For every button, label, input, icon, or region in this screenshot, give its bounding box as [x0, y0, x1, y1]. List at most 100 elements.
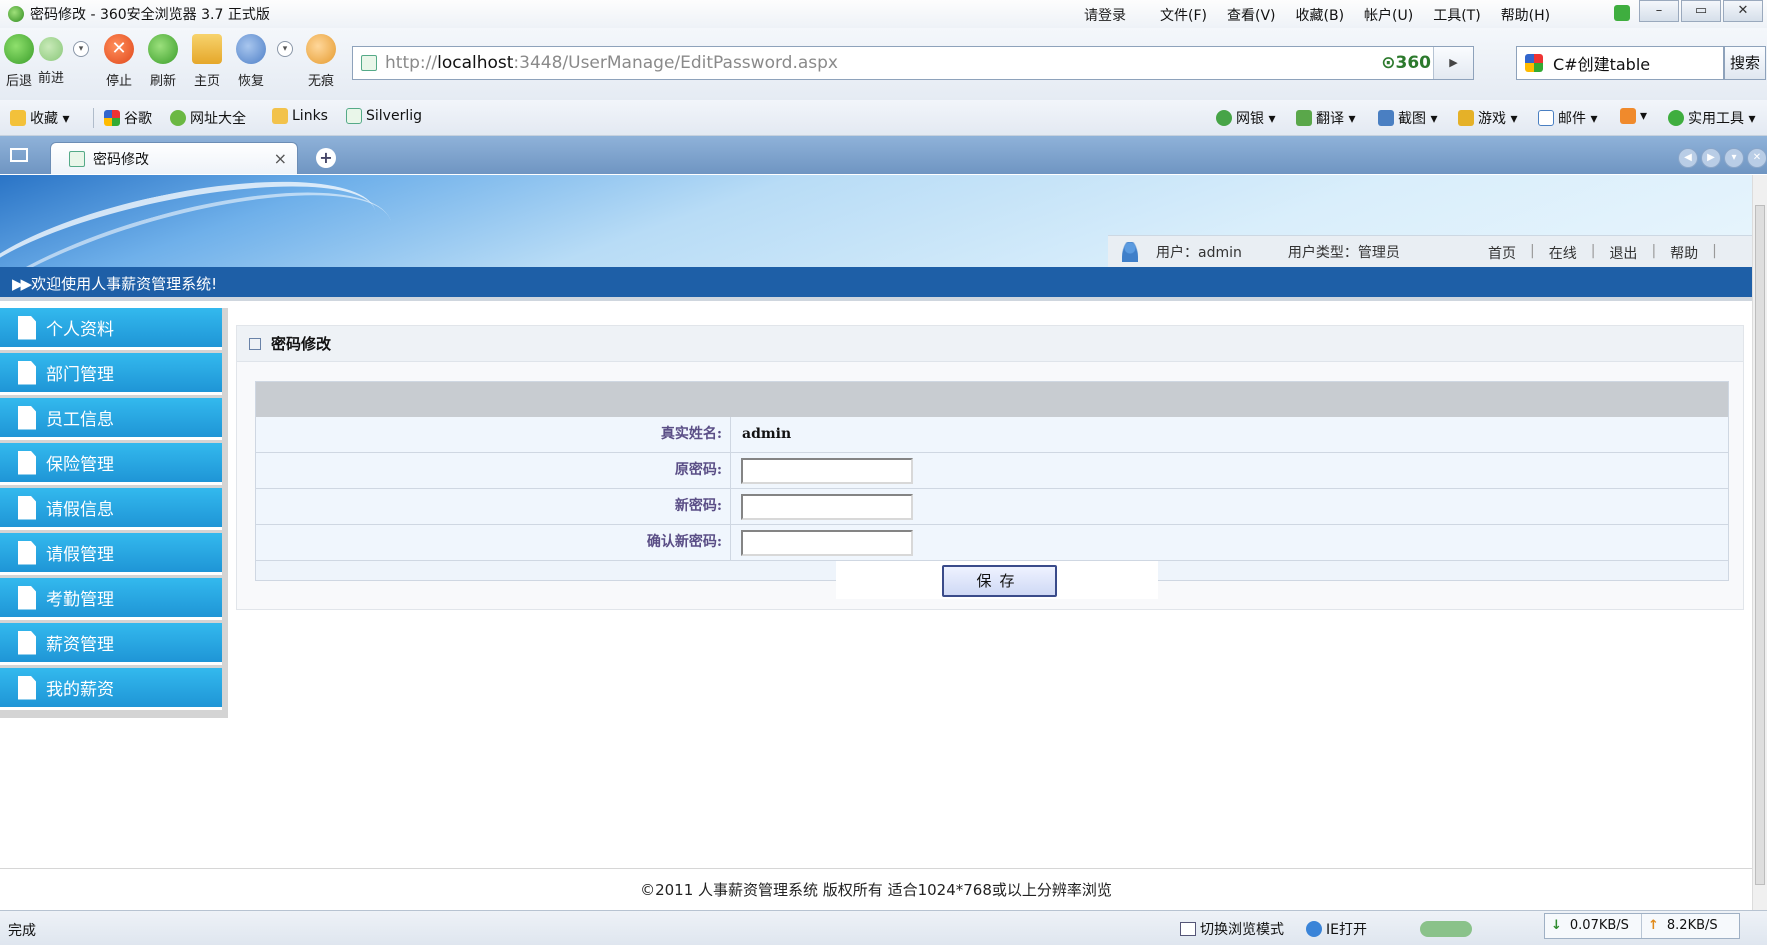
- address-bar[interactable]: http://localhost:3448/UserManage/EditPas…: [352, 46, 1474, 80]
- network-speed: ↓ 0.07KB/S ↑ 8.2KB/S: [1544, 913, 1740, 939]
- back-label: 后退: [5, 74, 32, 89]
- refresh-button[interactable]: 刷新: [148, 34, 178, 89]
- scrollbar-thumb[interactable]: [1755, 205, 1765, 885]
- login-link[interactable]: 请登录: [1084, 5, 1126, 25]
- form-row-new-password: 新密码:: [256, 489, 1728, 525]
- toolbar-utilities[interactable]: 实用工具 ▾: [1668, 108, 1755, 128]
- sidebar-item-salary[interactable]: 薪资管理: [0, 623, 222, 665]
- download-arrow-icon: ↓: [1551, 918, 1562, 933]
- toolbar-translate[interactable]: 翻译 ▾: [1296, 108, 1355, 128]
- back-button[interactable]: 后退: [4, 34, 34, 89]
- status-bar: 完成 切换浏览模式 IE打开 ↓ 0.07KB/S ↑ 8.2KB/S: [0, 910, 1767, 945]
- sidebar-toggle-icon[interactable]: [10, 148, 28, 162]
- tab-scroll-left-icon[interactable]: ◀: [1678, 148, 1698, 168]
- upload-speed-value: 8.2KB/S: [1666, 918, 1718, 933]
- forward-label: 前进: [38, 71, 65, 86]
- form-row-old-password: 原密码:: [256, 453, 1728, 489]
- password-form: 真实姓名: admin 原密码: 新密码: 确认新密码: 保存: [255, 381, 1729, 599]
- tab-edit-password[interactable]: 密码修改 ×: [50, 142, 298, 174]
- tab-close-all-icon[interactable]: ✕: [1747, 148, 1767, 168]
- close-tab-icon[interactable]: ×: [274, 149, 287, 168]
- sidebar-item-employees[interactable]: 员工信息: [0, 398, 222, 440]
- window-icon: [249, 337, 261, 350]
- history-dropdown-icon[interactable]: ▾: [73, 41, 89, 57]
- menu-view[interactable]: 查看(V): [1227, 5, 1276, 25]
- favorite-silverlight[interactable]: Silverlig: [346, 108, 422, 124]
- sidebar-item-departments[interactable]: 部门管理: [0, 353, 222, 395]
- sidebar-item-label: 薪资管理: [46, 635, 114, 655]
- mode-toggle[interactable]: [1420, 921, 1472, 937]
- maximize-button[interactable]: ▭: [1681, 0, 1721, 22]
- restore-dropdown-icon[interactable]: ▾: [277, 41, 293, 57]
- link-home[interactable]: 首页: [1488, 243, 1516, 263]
- favorite-links[interactable]: Links: [272, 108, 328, 124]
- menu-help[interactable]: 帮助(H): [1501, 5, 1550, 25]
- sidebar-item-my-salary[interactable]: 我的薪资: [0, 668, 222, 710]
- tab-scroll-right-icon[interactable]: ▶: [1701, 148, 1721, 168]
- confirm-password-field[interactable]: [741, 530, 913, 556]
- link-help[interactable]: 帮助: [1670, 243, 1698, 263]
- new-password-label: 新密码:: [256, 489, 731, 524]
- ie-icon: [170, 110, 186, 126]
- link-logout[interactable]: 退出: [1609, 243, 1637, 263]
- security-badge[interactable]: ⊙360: [1381, 53, 1431, 73]
- search-box[interactable]: C#创建table: [1516, 46, 1724, 80]
- minimize-button[interactable]: –: [1639, 0, 1679, 22]
- link-online[interactable]: 在线: [1549, 243, 1577, 263]
- form-row-realname: 真实姓名: admin: [256, 417, 1728, 453]
- user-type: 用户类型：管理员: [1287, 244, 1400, 261]
- new-password-field[interactable]: [741, 494, 913, 520]
- skin-icon[interactable]: [1614, 5, 1630, 21]
- toolbar-games[interactable]: 游戏 ▾: [1458, 108, 1517, 128]
- forward-arrow-icon: [39, 37, 63, 61]
- go-button[interactable]: ▶: [1433, 47, 1473, 79]
- close-window-button[interactable]: ✕: [1723, 0, 1763, 22]
- old-password-field[interactable]: [741, 458, 913, 484]
- sidebar-item-label: 保险管理: [46, 455, 114, 475]
- forward-button[interactable]: 前进: [38, 34, 64, 86]
- favorite-sites[interactable]: 网址大全: [170, 108, 246, 128]
- sidebar-item-leave-management[interactable]: 请假管理: [0, 533, 222, 575]
- toolbar-screenshot[interactable]: 截图 ▾: [1378, 108, 1437, 128]
- document-icon: [18, 495, 36, 520]
- sidebar-item-profile[interactable]: 个人资料: [0, 308, 222, 350]
- menu-file[interactable]: 文件(F): [1160, 5, 1207, 25]
- toolbar-banking[interactable]: 网银 ▾: [1216, 108, 1275, 128]
- sidebar-item-leave-info[interactable]: 请假信息: [0, 488, 222, 530]
- document-icon: [18, 450, 36, 475]
- favorite-label: Links: [292, 108, 328, 124]
- tab-navigation: ◀ ▶ ▾ ✕: [1678, 148, 1767, 168]
- restore-button[interactable]: 恢复: [236, 34, 266, 89]
- site-banner: 用户：admin 用户类型：管理员 首页 | 在线 | 退出 | 帮助 |: [0, 175, 1752, 267]
- search-button[interactable]: 搜索: [1724, 46, 1766, 80]
- welcome-bar: ▶▶ 欢迎使用人事薪资管理系统!: [0, 267, 1752, 301]
- plus-icon: [1668, 110, 1684, 126]
- menu-tools[interactable]: 工具(T): [1433, 5, 1480, 25]
- home-button[interactable]: 主页: [192, 34, 222, 89]
- favorite-google[interactable]: 谷歌: [104, 108, 152, 128]
- page-scrollbar[interactable]: [1752, 175, 1767, 910]
- search-query[interactable]: C#创建table: [1553, 51, 1650, 75]
- page-icon: [69, 150, 85, 167]
- paw-icon: [306, 34, 336, 64]
- switch-mode-button[interactable]: 切换浏览模式: [1180, 919, 1284, 939]
- tab-list-icon[interactable]: ▾: [1724, 148, 1744, 168]
- stop-button[interactable]: ✕ 停止: [104, 34, 134, 89]
- menu-account[interactable]: 帐户(U): [1364, 5, 1413, 25]
- toolbar-mail[interactable]: 邮件 ▾: [1538, 108, 1597, 128]
- menu-favorites[interactable]: 收藏(B): [1296, 5, 1345, 25]
- save-button[interactable]: 保存: [942, 565, 1057, 597]
- favorites-menu[interactable]: 收藏 ▾: [10, 108, 69, 128]
- sidebar-item-insurance[interactable]: 保险管理: [0, 443, 222, 485]
- realname-label: 真实姓名:: [256, 417, 731, 452]
- private-mode-button[interactable]: 无痕: [306, 34, 336, 89]
- search-engine-icon[interactable]: [1525, 54, 1543, 72]
- address-url[interactable]: http://localhost:3448/UserManage/EditPas…: [385, 53, 838, 73]
- open-in-ie-button[interactable]: IE打开: [1306, 919, 1367, 939]
- sidebar-item-attendance[interactable]: 考勤管理: [0, 578, 222, 620]
- url-path: :3448/UserManage/EditPassword.aspx: [513, 53, 838, 73]
- form-header-bar: [256, 382, 1728, 417]
- new-tab-button[interactable]: +: [316, 148, 336, 168]
- stop-icon: ✕: [104, 34, 134, 64]
- toolbar-group[interactable]: ▾: [1620, 108, 1647, 124]
